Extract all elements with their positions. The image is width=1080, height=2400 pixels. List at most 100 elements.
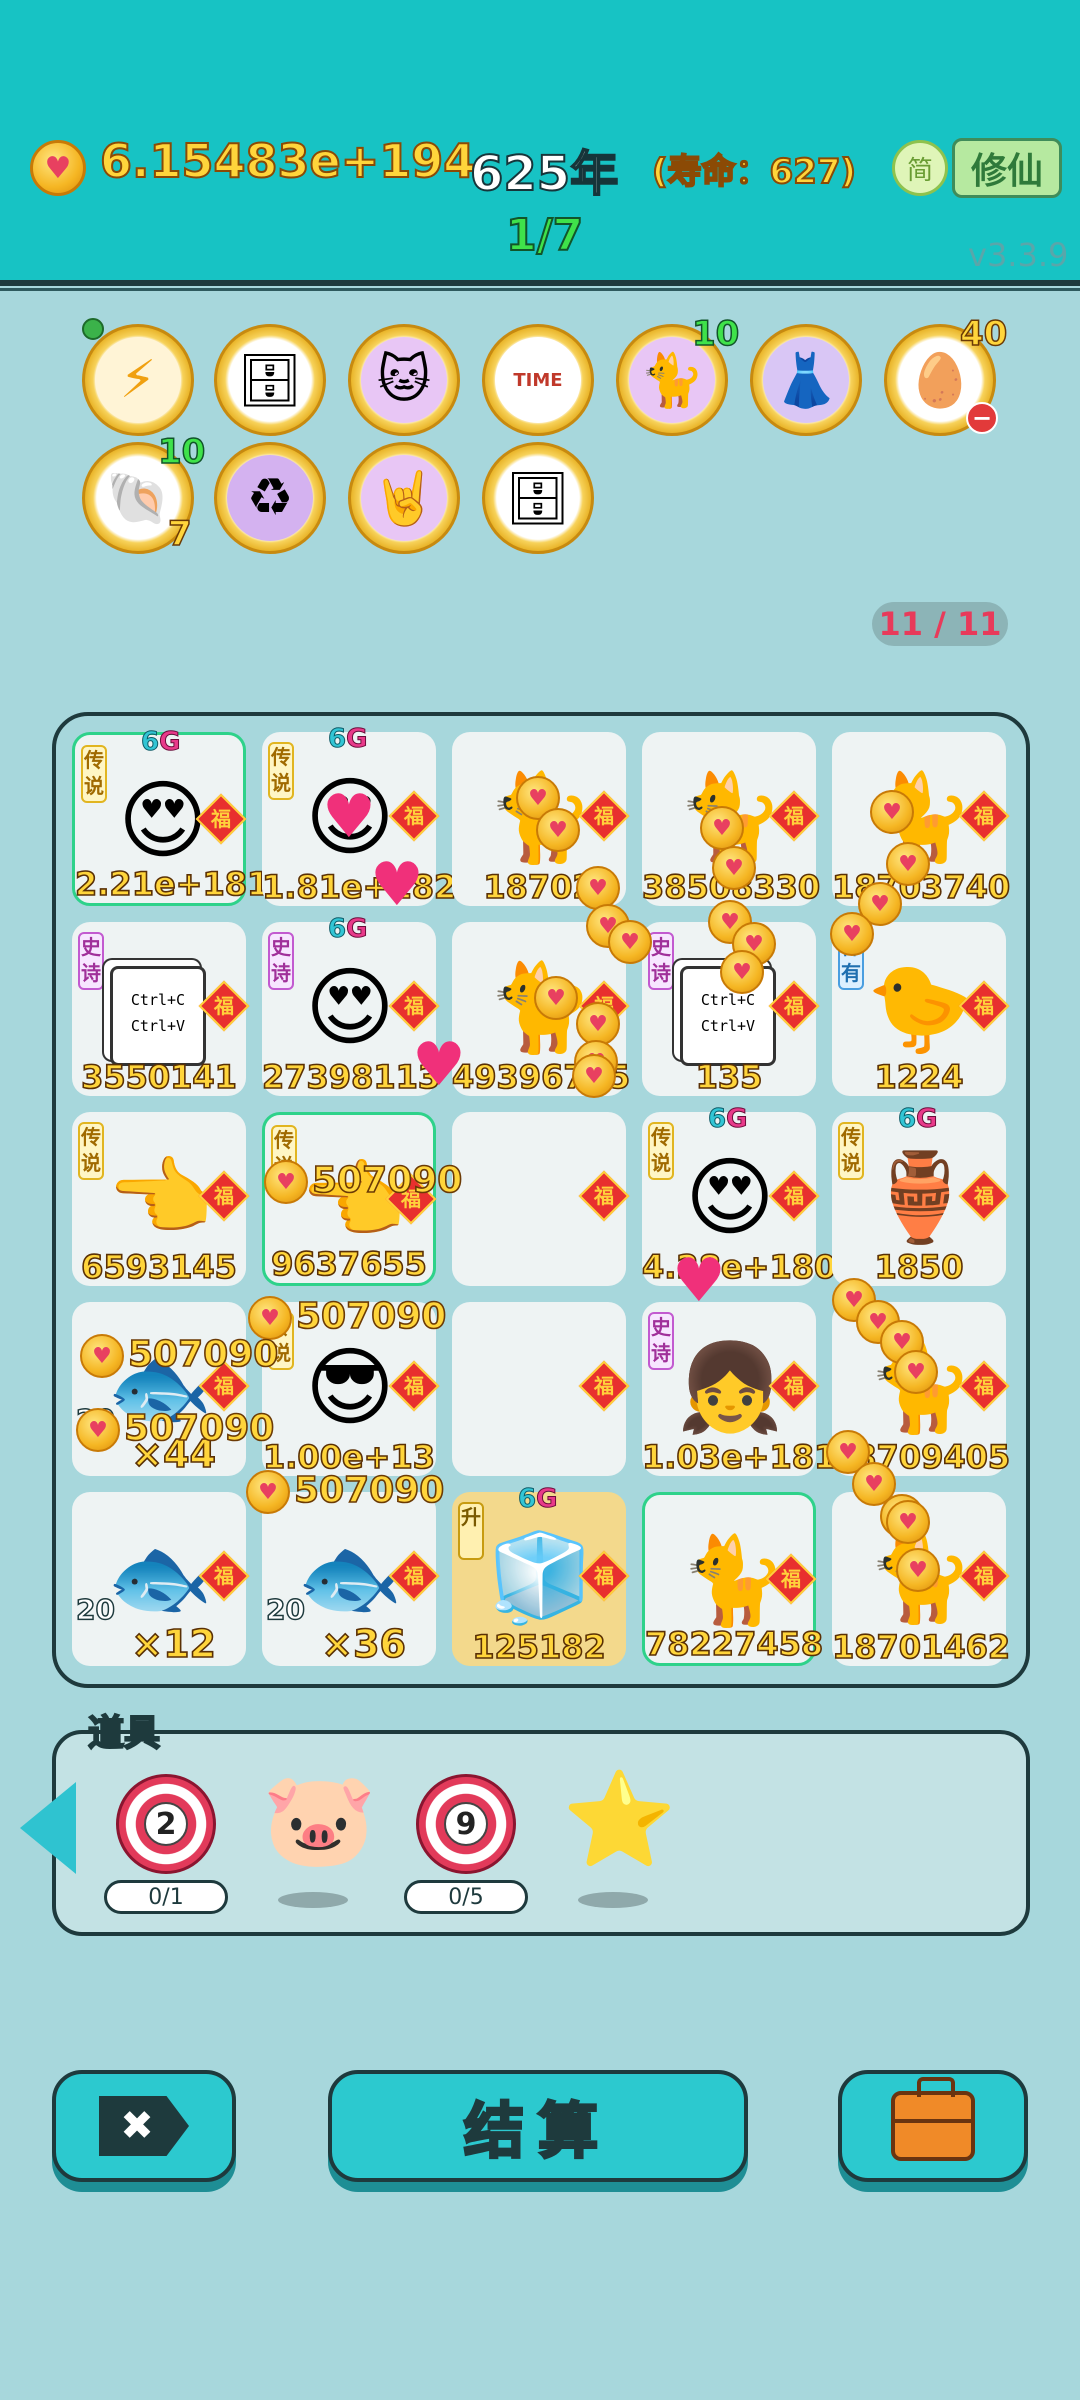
item-usage-count: 0/1 bbox=[104, 1880, 228, 1914]
recycle-relic-icon[interactable]: ♻ bbox=[214, 442, 326, 554]
board-cell[interactable]: 🐈 福 78227458 bbox=[642, 1492, 824, 1666]
ctrl-copy-card-icon: Ctrl+C Ctrl+V bbox=[110, 966, 206, 1066]
board-cell[interactable]: 福 bbox=[452, 1302, 630, 1476]
remove-badge-icon[interactable]: − bbox=[966, 402, 998, 434]
board-cell[interactable]: 史诗 6G 😍 福 27398113 bbox=[261, 914, 441, 1097]
cat-sunglasses-relic-icon[interactable]: 🐱 bbox=[348, 324, 460, 436]
rarity-tag: 传说 bbox=[648, 1122, 674, 1180]
lightning-glyph: ⚡ bbox=[95, 337, 181, 423]
cell-value: 9637655 bbox=[270, 1244, 427, 1284]
skirt-relic-icon[interactable]: 👗 bbox=[750, 324, 862, 436]
board-cell[interactable]: 史诗 Ctrl+C Ctrl+V 福 3550141 bbox=[72, 922, 250, 1097]
floating-coin-icon: ♥ bbox=[572, 1054, 616, 1098]
exit-button[interactable]: ✖ bbox=[52, 2070, 236, 2182]
items-prev-arrow-icon[interactable] bbox=[20, 1782, 76, 1874]
tier-number: 6 bbox=[327, 914, 347, 945]
settle-button[interactable]: 结算 bbox=[328, 2070, 748, 2182]
fish-multiplier: ×12 bbox=[130, 1621, 216, 1667]
floating-coin-icon: ♥ bbox=[830, 912, 874, 956]
cell-value: 4.28e+180 bbox=[641, 1247, 837, 1287]
board-cell[interactable]: 🐟 福 20 ×36 bbox=[262, 1492, 440, 1667]
cell-value: 135 bbox=[695, 1057, 763, 1097]
tier-number: 6 bbox=[140, 727, 160, 758]
green-vase-icon: 🏺 bbox=[866, 1148, 974, 1248]
board-cell[interactable]: 传说 6G 🏺 福 1850 bbox=[832, 1104, 1010, 1287]
items-title: 道具 bbox=[87, 1712, 161, 1755]
fortune-label: 福 bbox=[974, 1374, 994, 1398]
tier-number: 6 bbox=[897, 1104, 917, 1135]
time-magazine-relic-icon[interactable]: TIME bbox=[482, 324, 594, 436]
lightning-relic-icon[interactable]: ⚡ bbox=[82, 324, 194, 436]
floating-coin-icon: ♥ bbox=[720, 950, 764, 994]
fortune-diamond-icon: 福 bbox=[198, 980, 250, 1032]
fish-base-value: 20 bbox=[75, 1592, 115, 1627]
skirt-glyph: 👗 bbox=[763, 337, 849, 423]
floating-coin-icon: ♥ bbox=[534, 976, 578, 1020]
rarity-tag: 升 bbox=[458, 1502, 484, 1560]
fortune-label: 福 bbox=[404, 804, 424, 828]
piggy-bank-icon[interactable]: 🐷 bbox=[262, 1774, 377, 1866]
fish-icon: 🐟 bbox=[296, 1528, 404, 1628]
simplified-toggle-button[interactable]: 简 bbox=[892, 140, 948, 196]
target-2-icon[interactable]: 2 bbox=[116, 1774, 216, 1874]
rock-hand-relic-icon[interactable]: 🤘 bbox=[348, 442, 460, 554]
cell-value: 27398113 bbox=[261, 1057, 441, 1097]
tier-6g-badge: 6G bbox=[707, 1104, 748, 1135]
fortune-label: 福 bbox=[974, 994, 994, 1018]
fortune-label: 福 bbox=[974, 1184, 994, 1208]
briefcase-icon bbox=[891, 2077, 975, 2161]
fortune-label: 福 bbox=[404, 1564, 424, 1588]
cell-value: 125182 bbox=[471, 1627, 606, 1667]
item-shadow bbox=[278, 1892, 348, 1908]
heart-icon: ♥ bbox=[322, 782, 376, 852]
fortune-diamond-icon: 福 bbox=[578, 1170, 630, 1222]
floating-income-text: 507090 bbox=[127, 1333, 279, 1376]
safe-relic-icon[interactable]: 🗄 bbox=[214, 324, 326, 436]
header-divider-thin bbox=[0, 288, 1080, 291]
floating-coin-icon: ♥ bbox=[576, 866, 620, 910]
heart-icon: ♥ bbox=[370, 850, 424, 920]
tier-6g-badge: 6G bbox=[517, 1484, 557, 1515]
fortune-label: 福 bbox=[784, 804, 804, 828]
cell-value: 2.21e+181 bbox=[74, 864, 270, 904]
fortune-diamond-icon: 福 bbox=[578, 1360, 630, 1412]
fortune-label: 福 bbox=[594, 1564, 614, 1588]
board-cell[interactable]: 史诗 👧 福 1.03e+181 bbox=[641, 1302, 837, 1477]
floating-income-text: 507090 bbox=[293, 1469, 445, 1512]
board-cell[interactable]: 🐟 福 20 ×12 bbox=[72, 1492, 250, 1667]
fortune-label: 福 bbox=[781, 1567, 801, 1591]
fortune-label: 福 bbox=[784, 994, 804, 1018]
item-shadow bbox=[578, 1892, 648, 1908]
tier-suffix: G bbox=[726, 1104, 748, 1135]
board-cell[interactable]: 传说 👈 福 6593145 bbox=[72, 1112, 250, 1287]
girl-face-icon: 👧 bbox=[676, 1338, 784, 1438]
fortune-label: 福 bbox=[214, 1184, 234, 1208]
tier-suffix: G bbox=[159, 727, 181, 758]
floating-coin-icon: ♥ bbox=[894, 1350, 938, 1394]
backpack-button[interactable] bbox=[838, 2070, 1028, 2182]
fortune-label: 福 bbox=[214, 1564, 234, 1588]
board-cell[interactable]: 传说 6G 😍 福 4.28e+180 bbox=[641, 1104, 837, 1287]
board-page-count: 11 / 11 bbox=[872, 602, 1008, 646]
safe2-relic-icon[interactable]: 🗄 bbox=[482, 442, 594, 554]
fortune-label: 福 bbox=[784, 1184, 804, 1208]
tier-suffix: G bbox=[346, 914, 368, 945]
cat-sunglasses-glyph: 🐱 bbox=[361, 337, 447, 423]
floating-income-text: 507090 bbox=[123, 1407, 275, 1450]
fortune-label: 福 bbox=[211, 807, 231, 831]
target-9-icon[interactable]: 9 bbox=[416, 1774, 516, 1874]
board-cell[interactable]: 福 bbox=[452, 1112, 630, 1286]
floating-coin-icon: ♥ bbox=[886, 1500, 930, 1544]
floating-coin-icon: ♥ bbox=[886, 842, 930, 886]
time-magazine-glyph: TIME bbox=[495, 337, 581, 423]
board-cell[interactable]: 史诗 Ctrl+C Ctrl+V 福 135 bbox=[642, 922, 820, 1097]
floating-coin-icon: ♥ bbox=[712, 846, 756, 890]
board-cell[interactable]: 升 6G 🧊 福 125182 bbox=[452, 1484, 630, 1667]
floating-coin-icon: ♥ bbox=[870, 790, 914, 834]
board-cell[interactable]: 传说 6G 😍 福 2.21e+181 bbox=[72, 727, 270, 906]
xiuxian-button[interactable]: 修仙 bbox=[952, 138, 1062, 198]
star-icon[interactable]: ⭐ bbox=[562, 1774, 677, 1866]
floating-coin-icon: ♥ bbox=[80, 1334, 124, 1378]
floating-coin-icon: ♥ bbox=[264, 1160, 308, 1204]
chick-icon: 🐤 bbox=[866, 958, 974, 1058]
